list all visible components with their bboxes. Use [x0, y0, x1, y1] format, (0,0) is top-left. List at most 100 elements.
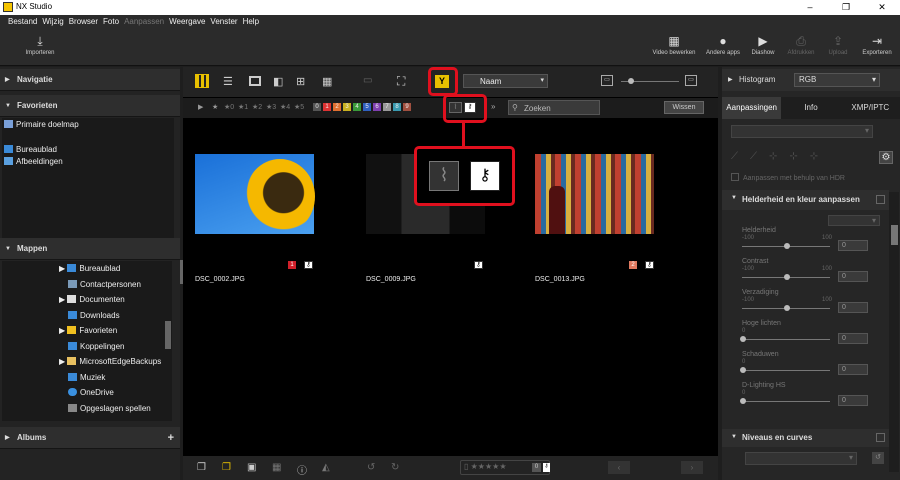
label-filter-9[interactable]: 9	[403, 103, 411, 111]
section-brightness-header[interactable]: ▼ Helderheid en kleur aanpassen	[722, 190, 889, 210]
rotate-right-icon[interactable]: ↻	[391, 462, 399, 473]
hdr-checkbox[interactable]	[731, 173, 739, 181]
protect-key-icon[interactable]: ⚷	[304, 261, 313, 269]
info-icon[interactable]: ⓘ	[297, 462, 307, 477]
other-apps-button[interactable]: ● Andere apps	[702, 34, 744, 56]
prev-image-button[interactable]: ‹	[608, 461, 630, 474]
folder-downloads[interactable]: Downloads	[68, 311, 120, 320]
clear-filter-button[interactable]: Wissen	[664, 101, 704, 114]
menu-bestand[interactable]: Bestand	[8, 15, 37, 29]
tab-info[interactable]: Info	[781, 97, 841, 119]
rating-filter-0[interactable]: ★0	[224, 103, 234, 111]
adjust-slider-knob[interactable]	[740, 336, 746, 342]
rotate-left-icon[interactable]: ↺	[367, 462, 375, 473]
menu-aanpassen[interactable]: Aanpassen	[124, 15, 164, 29]
section-enable-checkbox[interactable]	[876, 195, 885, 204]
folder-onedrive[interactable]: OneDrive	[68, 388, 114, 397]
folder-bureaublad[interactable]: ▶ Bureaublad	[59, 264, 120, 273]
grid-view-icon[interactable]	[195, 74, 209, 88]
adjust-slider-knob[interactable]	[784, 243, 790, 249]
filmstrip-icon[interactable]: ▭	[363, 75, 372, 86]
folder-favorites[interactable]: ▶ Favorieten	[59, 326, 117, 335]
hdr-option[interactable]: Aanpassen met behulp van HDR	[731, 173, 845, 182]
menu-browser[interactable]: Browser	[69, 15, 98, 29]
add-album-button[interactable]: +	[168, 427, 174, 449]
slider-value-field[interactable]: 0	[838, 333, 868, 344]
menu-venster[interactable]: Venster	[210, 15, 237, 29]
thumbnail-dsc0002[interactable]	[195, 154, 315, 234]
fav-item-primary[interactable]: Primaire doelmap	[4, 120, 79, 129]
section-enable-checkbox[interactable]	[876, 433, 885, 442]
slideshow-button[interactable]: ▶ Diashow	[746, 34, 780, 56]
folder-music[interactable]: Muziek	[68, 373, 105, 382]
adjust-slider-track[interactable]	[742, 370, 830, 371]
slider-value-field[interactable]: 0	[838, 302, 868, 313]
slider-value-field[interactable]: 0	[838, 395, 868, 406]
close-button[interactable]: ✕	[864, 0, 900, 15]
label-filter-1[interactable]: 1	[323, 103, 331, 111]
rating-filter-2[interactable]: ★2	[252, 103, 262, 111]
minimize-button[interactable]: –	[792, 0, 828, 15]
slider-value-field[interactable]: 0	[838, 271, 868, 282]
folder-documents[interactable]: ▶ Documenten	[59, 295, 125, 304]
folder-edgebackups[interactable]: ▶ MicrosoftEdgeBackups	[59, 357, 161, 366]
menu-weergave[interactable]: Weergave	[169, 15, 205, 29]
menu-wijzig[interactable]: Wijzig	[42, 15, 63, 29]
adjust-tools-icons[interactable]: ⟋⟋⊹⊹⊹	[731, 151, 830, 162]
import-button[interactable]: ⤓ Importeren	[18, 34, 62, 56]
albums-header[interactable]: ▶ Albums +	[0, 427, 180, 449]
brightness-mode-select[interactable]: ▾	[828, 215, 880, 226]
single-view-icon[interactable]	[249, 76, 261, 86]
quad-view-icon[interactable]: ⊞	[296, 75, 305, 88]
slider-value-field[interactable]: 0	[838, 240, 868, 251]
zoom-out-icon[interactable]: ▭	[601, 75, 613, 86]
menu-help[interactable]: Help	[243, 15, 259, 29]
thumbnail-size-knob[interactable]	[628, 78, 634, 84]
zoom-in-icon[interactable]: ▭	[685, 75, 697, 86]
label-selector[interactable]: 0	[532, 463, 541, 472]
adjust-slider-knob[interactable]	[740, 367, 746, 373]
tab-xmp-iptc[interactable]: XMP/IPTC	[840, 97, 900, 119]
crop-icon[interactable]: ▣	[247, 462, 256, 473]
next-image-button[interactable]: ›	[681, 461, 703, 474]
upload-button[interactable]: ⇪ Upload	[822, 34, 854, 56]
reset-icon[interactable]: ↺	[872, 452, 884, 464]
protect-key-icon[interactable]: ⚷	[474, 261, 483, 269]
adjust-slider-knob[interactable]	[784, 274, 790, 280]
rating-filter-5[interactable]: ★5	[294, 103, 304, 111]
no-rating-filter[interactable]: ★	[212, 103, 218, 111]
folder-contacts[interactable]: Contactpersonen	[68, 280, 141, 289]
fav-item-desktop[interactable]: Bureaublad	[4, 145, 57, 154]
rating-filter-4[interactable]: ★4	[280, 103, 290, 111]
protect-key-icon[interactable]: ⚷	[543, 463, 550, 472]
fav-item-pictures[interactable]: Afbeeldingen	[4, 157, 63, 166]
levels-channel-select[interactable]: ▾	[745, 452, 857, 465]
right-scrollbar-thumb[interactable]	[891, 225, 898, 245]
preset-select[interactable]: ▾	[731, 125, 873, 138]
play-icon[interactable]: ▶	[198, 103, 203, 111]
video-edit-button[interactable]: ▦ Video bewerken	[646, 34, 702, 56]
sort-select[interactable]: Naam ▾	[463, 74, 548, 88]
adjust-slider-knob[interactable]	[784, 305, 790, 311]
adjust-slider-track[interactable]	[742, 401, 830, 402]
chevron-right-icon[interactable]: »	[491, 102, 495, 111]
star-rating-group[interactable]: ▯ ★★★★★	[464, 462, 506, 471]
list-view-icon[interactable]: ☰	[223, 75, 233, 88]
compare-view-icon[interactable]: ◧	[273, 75, 283, 88]
rating-filter-1[interactable]: ★1	[238, 103, 248, 111]
label-filter-2[interactable]: 2	[333, 103, 341, 111]
table-icon[interactable]: ▦	[272, 462, 281, 473]
folders-header[interactable]: ▼ Mappen	[0, 238, 180, 260]
protect-key-icon[interactable]: ⚷	[645, 261, 654, 269]
multi-view-icon[interactable]: ▦	[322, 75, 332, 88]
label-filter-8[interactable]: 8	[393, 103, 401, 111]
search-input[interactable]: ⚲ Zoeken	[508, 100, 600, 115]
tab-adjustments[interactable]: Aanpassingen	[722, 97, 782, 119]
fullscreen-icon[interactable]: ⛶	[397, 74, 405, 89]
folder-saved-games[interactable]: Opgeslagen spellen	[68, 404, 151, 413]
rating-filter-3[interactable]: ★3	[266, 103, 276, 111]
adjust-slider-track[interactable]	[742, 339, 830, 340]
print-button[interactable]: ⎙ Afdrukken	[782, 34, 820, 56]
section-levels-header[interactable]: ▼ Niveaus en curves	[722, 429, 889, 447]
favorites-header[interactable]: ▼ Favorieten	[0, 95, 180, 117]
